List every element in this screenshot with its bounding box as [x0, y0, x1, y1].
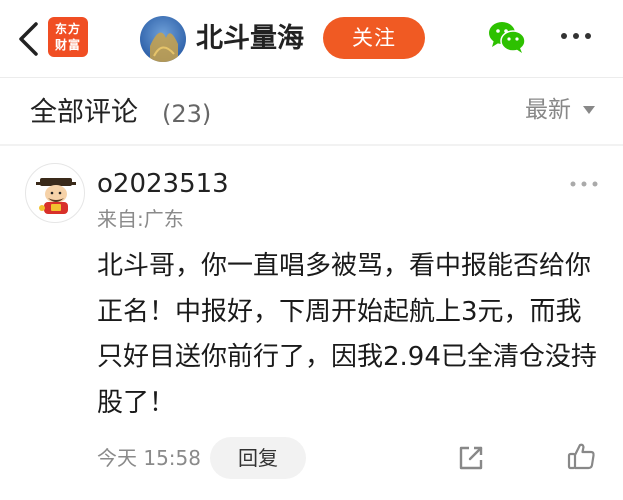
- top-bar: 东方 财富 北斗量海 关注: [0, 0, 623, 78]
- commenter-location: 来自:广东: [97, 207, 184, 231]
- logo-text-line1: 东方: [54, 22, 81, 36]
- more-dots-icon[interactable]: [568, 178, 600, 190]
- more-dots-icon[interactable]: [556, 24, 596, 48]
- comments-header: 全部评论 (23) 最新: [0, 78, 623, 144]
- divider: [0, 144, 623, 146]
- wechat-icon[interactable]: [488, 20, 526, 54]
- reply-button[interactable]: 回复: [210, 437, 306, 479]
- sort-dropdown[interactable]: 最新: [525, 92, 571, 128]
- comment-text: 北斗哥，你一直唱多被骂，看中报能否给你正名！中报好，下周开始起航上3元，而我只好…: [97, 251, 597, 418]
- author-avatar[interactable]: [140, 16, 186, 62]
- follow-button[interactable]: 关注: [323, 17, 425, 59]
- app-logo[interactable]: 东方 财富: [48, 17, 88, 57]
- comment-time: 今天 15:58: [97, 446, 201, 470]
- page-title: 北斗量海: [196, 23, 304, 54]
- comments-count: (23): [162, 100, 212, 128]
- commenter-avatar[interactable]: [25, 163, 85, 223]
- share-icon[interactable]: [457, 444, 485, 472]
- comments-title: 全部评论: [30, 97, 138, 128]
- triangle-down-icon[interactable]: [583, 106, 595, 114]
- chevron-left-icon[interactable]: [12, 20, 46, 58]
- commenter-username[interactable]: o2023513: [97, 166, 229, 202]
- logo-text-line2: 财富: [54, 38, 81, 52]
- thumbs-up-icon[interactable]: [566, 441, 596, 471]
